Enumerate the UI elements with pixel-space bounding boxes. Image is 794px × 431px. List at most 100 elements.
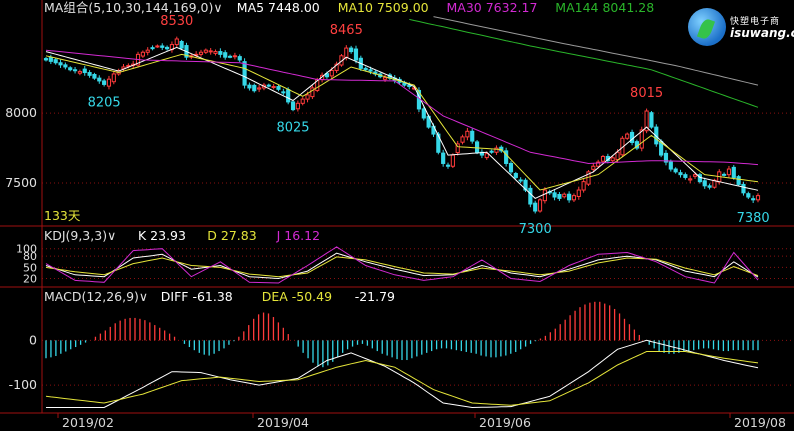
candle-body (68, 67, 73, 71)
x-tick-label: 2019/04 (257, 415, 309, 430)
days-label: 133天 (44, 208, 81, 223)
candle-body (489, 150, 494, 153)
candle-body (53, 59, 58, 64)
candle-body (688, 178, 693, 181)
candle-body (591, 165, 596, 170)
site-logo: 快塑电子商 isuwang.com (688, 4, 794, 50)
price-annotation: 7300 (519, 222, 552, 237)
candle-body (649, 112, 654, 128)
macd-value: DIFF -61.38 (161, 289, 233, 304)
candle-body (576, 189, 581, 197)
candle-body (286, 89, 291, 103)
candle-body (344, 47, 349, 58)
candle-body (43, 58, 49, 61)
y-tick-label: 7500 (5, 175, 37, 190)
ma-value: MA144 8041.28 (555, 0, 654, 15)
macd-indicator-select[interactable]: MACD(12,26,9)∨ (44, 289, 148, 304)
x-tick-label: 2019/06 (479, 415, 531, 430)
candle-body (508, 162, 514, 173)
candle-body (247, 84, 252, 89)
candle-body (257, 87, 262, 90)
candle-body (673, 168, 678, 173)
candle-body (755, 195, 761, 201)
price-annotation: 8465 (330, 23, 363, 38)
kdj-value: J 16.12 (276, 228, 320, 243)
kdj-value: K 23.93 (138, 228, 186, 243)
candle-body (542, 189, 547, 202)
candle-body (567, 193, 572, 201)
macd-value: -21.79 (355, 289, 395, 304)
candle-body (203, 49, 208, 53)
price-annotation: 8205 (88, 95, 121, 110)
candle-body (87, 72, 92, 76)
candle-body (160, 45, 165, 48)
candle-body (528, 187, 533, 205)
candle-body (600, 155, 606, 162)
stock-chart: 8530 8205 8465 8025 8015 7300 7380 8000 7500 133… (0, 0, 794, 431)
candle-body (266, 84, 271, 87)
candle-body (441, 152, 446, 164)
candle-body (237, 56, 242, 61)
logo-globe-icon (688, 8, 726, 46)
candle-body (97, 77, 102, 82)
candle-body (562, 193, 567, 198)
candle-body (736, 176, 741, 185)
candle-body (741, 183, 746, 194)
candle-body (140, 51, 145, 57)
price-annotation: 7380 (737, 211, 770, 226)
candle-body (513, 173, 518, 178)
candle-body (155, 45, 160, 48)
x-tick-label: 2019/08 (734, 415, 786, 430)
candle-body (629, 131, 635, 143)
candle-body (227, 55, 233, 58)
ma-value: MA10 7509.00 (338, 0, 429, 15)
candle-body (242, 61, 247, 86)
ma-value: MA5 7448.00 (237, 0, 320, 15)
x-tick-label: 2019/02 (62, 415, 114, 430)
candle-body (702, 180, 707, 187)
kdj-indicator-select[interactable]: KDJ(9,3,3)∨ (44, 228, 116, 243)
candle-body (82, 68, 87, 74)
candle-body (751, 198, 756, 201)
ma-indicator-select[interactable]: MA组合(5,10,30,144,169,0)∨ (44, 0, 223, 15)
kdj-value: D 27.83 (207, 228, 256, 243)
candle-body (174, 38, 179, 46)
candle-body (48, 56, 53, 62)
candle-body (610, 157, 615, 162)
candle-body (218, 51, 223, 55)
ma-value: MA30 7632.17 (447, 0, 538, 15)
candle-body (368, 69, 373, 72)
candle-body (145, 49, 150, 53)
candle-body (150, 47, 155, 50)
y-tick-label: 8000 (5, 105, 37, 120)
price-annotation: 8530 (160, 14, 193, 29)
candle-body (77, 71, 82, 74)
macd-tick-label: -100 (9, 377, 37, 392)
candle-body (731, 166, 736, 178)
candle-body (533, 202, 538, 212)
candle-body (198, 51, 204, 55)
candle-body (102, 80, 107, 85)
price-annotation: 8015 (630, 86, 663, 101)
candle-body (58, 62, 63, 66)
candle-body (232, 55, 237, 58)
candle-body (63, 64, 68, 68)
candle-body (722, 173, 727, 176)
candle-body (470, 130, 475, 142)
candle-body (683, 174, 688, 178)
candle-body (213, 51, 218, 54)
candle-body (276, 86, 281, 90)
candle-body (252, 84, 257, 92)
candle-body (111, 73, 116, 83)
candle-body (552, 192, 557, 198)
candle-body (625, 133, 630, 139)
candle-body (353, 48, 359, 61)
candle-body (382, 76, 388, 80)
macd-tick-label: 0 (29, 332, 37, 347)
candle-body (445, 164, 451, 167)
candle-body (726, 168, 732, 176)
candle-body (537, 199, 543, 212)
candle-body (746, 193, 751, 198)
candle-body (668, 161, 673, 170)
candle-body (678, 172, 683, 176)
